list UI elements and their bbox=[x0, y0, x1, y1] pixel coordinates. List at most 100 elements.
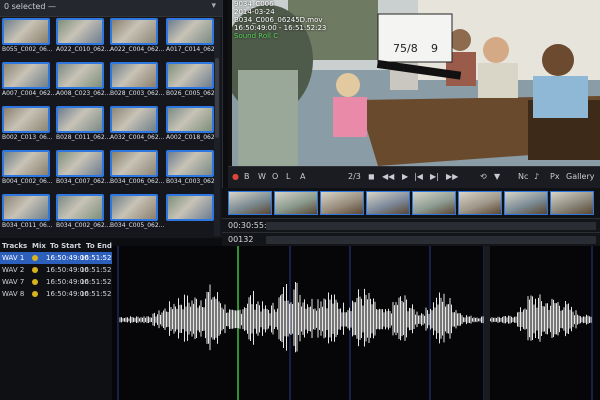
clip-thumbnail[interactable] bbox=[166, 106, 214, 133]
clip-thumbnail-label: A002_C018_062... bbox=[166, 134, 221, 141]
track-row[interactable]: WAV 1 16:50:49:00 16:51:52:23 bbox=[0, 252, 123, 264]
frame-track[interactable] bbox=[266, 236, 596, 244]
meta-line: Sound Roll C bbox=[234, 32, 279, 40]
b-button[interactable]: B bbox=[244, 172, 250, 181]
l-button[interactable]: L bbox=[286, 172, 290, 181]
clap-take: 9 bbox=[431, 42, 438, 55]
clip-thumbnail-label: B055_C002_06... bbox=[2, 46, 53, 53]
thumbnail-grid: B055_C002_06... A022_C010_062... A022_C004… bbox=[0, 18, 220, 238]
clip-thumbnail-label: B004_C002_06... bbox=[2, 178, 53, 185]
a-button[interactable]: A bbox=[300, 172, 305, 181]
track-row[interactable]: WAV 2 16:50:49:00 16:51:52:23 bbox=[0, 264, 123, 276]
clip-thumbnail-label: A008_C023_062... bbox=[56, 90, 111, 97]
frame-back-icon[interactable]: ◀◀ bbox=[382, 172, 394, 181]
filmstrip-frame[interactable] bbox=[228, 191, 272, 215]
timecode-row: 00:30:55:12 bbox=[222, 218, 600, 233]
clip-thumbnail[interactable] bbox=[110, 194, 158, 221]
waveform-graphic bbox=[117, 246, 593, 400]
waveform-gap bbox=[484, 246, 490, 400]
filmstrip-frame[interactable] bbox=[458, 191, 502, 215]
fast-forward-icon[interactable]: ▶▶ bbox=[446, 172, 458, 181]
mix-indicator-icon[interactable] bbox=[32, 267, 38, 273]
frame-row: 00132 bbox=[222, 232, 600, 247]
header-to-end: To End bbox=[86, 242, 112, 250]
clip-thumbnail-label: B034_C005_062... bbox=[110, 222, 165, 229]
step-forward-icon[interactable]: ▶| bbox=[430, 172, 439, 181]
gallery-button[interactable]: Gallery bbox=[566, 172, 595, 181]
chevron-down-icon[interactable]: ▾ bbox=[211, 1, 216, 11]
clip-thumbnail-label: B028_C003_062... bbox=[110, 90, 165, 97]
clip-thumbnail[interactable] bbox=[56, 150, 104, 177]
clip-thumbnail[interactable] bbox=[166, 18, 214, 45]
track-name: WAV 7 bbox=[2, 278, 25, 286]
filmstrip-frame[interactable] bbox=[412, 191, 456, 215]
track-name: WAV 1 bbox=[2, 254, 25, 262]
waveform-bars bbox=[119, 282, 592, 353]
clip-browser: 0 selected — ▾ B055_C002_06... A022_C010_… bbox=[0, 0, 223, 238]
stop-icon[interactable]: ◼ bbox=[368, 172, 375, 181]
step-back-icon[interactable]: |◀ bbox=[414, 172, 423, 181]
nc-label[interactable]: Nc bbox=[518, 172, 528, 181]
audio-waveform[interactable] bbox=[112, 246, 600, 400]
track-row[interactable]: WAV 7 16:50:49:00 16:51:52:23 bbox=[0, 276, 123, 288]
viewer-controls: ● B W O L A 2/3 ◼ ◀◀ ▶ |◀ ▶| ▶▶ ⟲ ▼ Nc ♪… bbox=[228, 166, 600, 189]
clip-thumbnail[interactable] bbox=[2, 18, 50, 45]
clip-thumbnail-label: B034_C002_062... bbox=[56, 222, 111, 229]
meta-line: 9034_C006 bbox=[234, 0, 274, 8]
clip-thumbnail[interactable] bbox=[56, 18, 104, 45]
clip-thumbnail[interactable] bbox=[2, 150, 50, 177]
clip-thumbnail[interactable] bbox=[110, 150, 158, 177]
clip-thumbnail[interactable] bbox=[2, 194, 50, 221]
track-name: WAV 2 bbox=[2, 266, 25, 274]
clip-thumbnail[interactable] bbox=[166, 62, 214, 89]
clip-thumbnail-label: A032_C004_062... bbox=[110, 134, 165, 141]
w-button[interactable]: W bbox=[258, 172, 266, 181]
filmstrip-frame[interactable] bbox=[366, 191, 410, 215]
o-button[interactable]: O bbox=[272, 172, 278, 181]
clip-thumbnail-label: B028_C011_062... bbox=[56, 134, 111, 141]
clip-thumbnail[interactable] bbox=[2, 62, 50, 89]
clip-thumbnail-label: A007_C004_062... bbox=[2, 90, 57, 97]
clip-thumbnail[interactable] bbox=[166, 150, 214, 177]
mix-indicator-icon[interactable] bbox=[32, 291, 38, 297]
px-label[interactable]: Px bbox=[550, 172, 560, 181]
clip-thumbnail-label: B034_C003_062... bbox=[166, 178, 221, 185]
audio-icon[interactable]: ♪ bbox=[534, 172, 539, 181]
header-mix: Mix bbox=[32, 242, 46, 250]
filmstrip-frame[interactable] bbox=[550, 191, 594, 215]
loop-icon[interactable]: ⟲ bbox=[480, 172, 487, 181]
clip-metadata: 9034_C006 2014-03-24 B034_C006_06245D.mo… bbox=[234, 0, 326, 40]
selection-label: 0 selected — bbox=[4, 2, 56, 11]
selection-bar: 0 selected — ▾ bbox=[0, 0, 222, 17]
track-row[interactable]: WAV 8 16:50:49:00 16:51:52:23 bbox=[0, 288, 123, 300]
marker-icon[interactable]: ▼ bbox=[494, 172, 500, 181]
clip-thumbnail[interactable] bbox=[110, 62, 158, 89]
color-dot-icon[interactable]: ● bbox=[232, 172, 239, 181]
play-icon[interactable]: ▶ bbox=[402, 172, 408, 181]
header-to-start: To Start bbox=[50, 242, 82, 250]
clip-thumbnail[interactable] bbox=[110, 18, 158, 45]
filmstrip-frame[interactable] bbox=[504, 191, 548, 215]
browser-scrollbar[interactable] bbox=[214, 18, 220, 236]
timeline-track[interactable] bbox=[266, 222, 596, 230]
clip-thumbnail-label: B034_C007_062... bbox=[56, 178, 111, 185]
filmstrip-frame[interactable] bbox=[320, 191, 364, 215]
filmstrip-frame[interactable] bbox=[274, 191, 318, 215]
clip-thumbnail-label: B034_C006_062... bbox=[110, 178, 165, 185]
clip-thumbnail-label: B026_C005_062... bbox=[166, 90, 221, 97]
clip-thumbnail[interactable] bbox=[56, 62, 104, 89]
mix-indicator-icon[interactable] bbox=[32, 279, 38, 285]
clip-thumbnail[interactable] bbox=[2, 106, 50, 133]
mix-indicator-icon[interactable] bbox=[32, 255, 38, 261]
clip-thumbnail[interactable] bbox=[110, 106, 158, 133]
meta-line: 16:50:49:00 - 16:51:52:23 bbox=[234, 24, 327, 32]
clip-counter: 2/3 bbox=[348, 172, 361, 181]
audio-track-list: Tracks Mix To Start To End WAV 1 16:50:49… bbox=[0, 240, 123, 400]
clip-thumbnail[interactable] bbox=[166, 194, 214, 221]
clip-thumbnail[interactable] bbox=[56, 106, 104, 133]
clip-thumbnail-label: A022_C010_062... bbox=[56, 46, 111, 53]
clip-thumbnail-label: B002_C013_06... bbox=[2, 134, 53, 141]
clip-thumbnail[interactable] bbox=[56, 194, 104, 221]
scrollbar-thumb[interactable] bbox=[215, 58, 219, 138]
header-tracks: Tracks bbox=[2, 242, 28, 250]
